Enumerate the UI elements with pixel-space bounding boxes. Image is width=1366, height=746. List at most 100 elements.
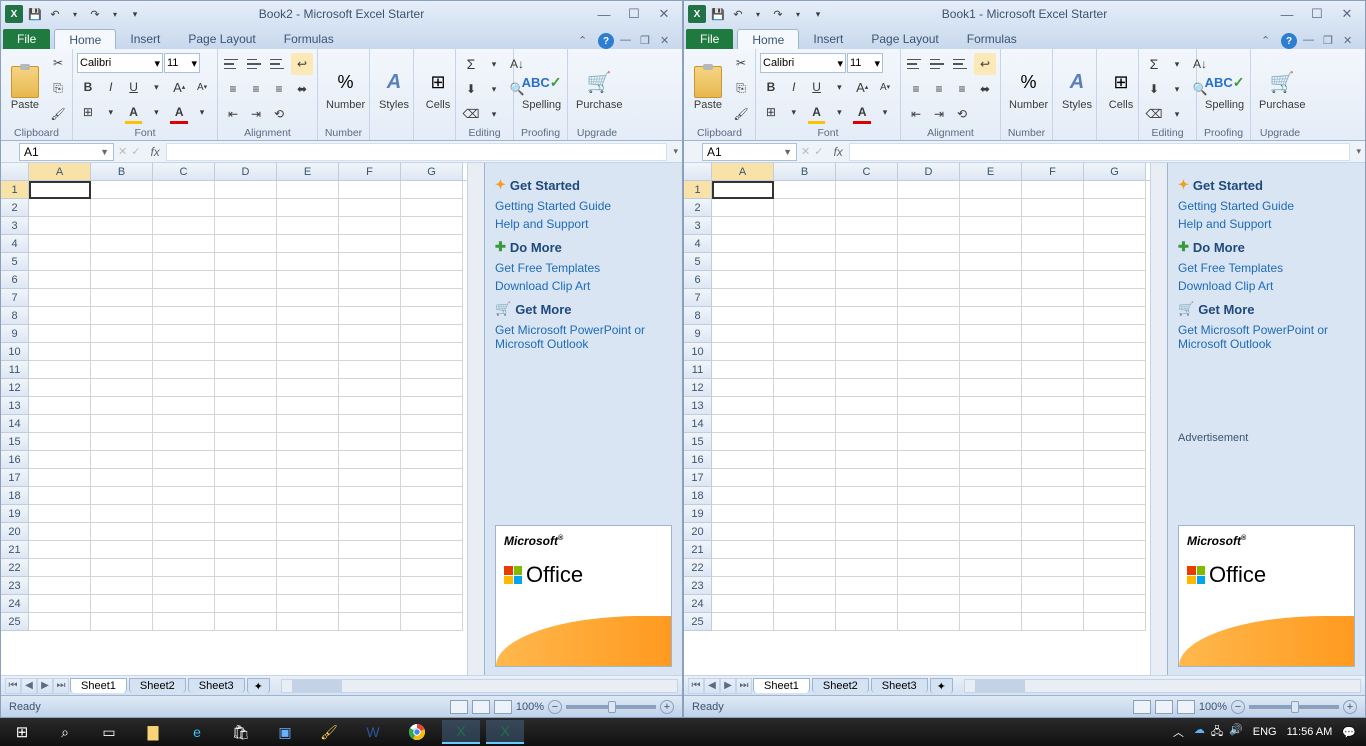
format-painter-icon[interactable]: 🖌 [47, 103, 69, 125]
cell[interactable] [339, 577, 401, 595]
orientation-button[interactable]: ⟲ [268, 103, 290, 125]
cell[interactable] [774, 181, 836, 199]
cell[interactable] [277, 487, 339, 505]
zoom-out-button[interactable]: − [548, 700, 562, 714]
increase-indent-button[interactable]: ⇥ [928, 103, 950, 125]
cell[interactable] [712, 595, 774, 613]
cell[interactable] [774, 325, 836, 343]
cell[interactable] [836, 433, 898, 451]
select-all-corner[interactable] [1, 163, 29, 180]
row-header[interactable]: 22 [684, 559, 712, 577]
cell[interactable] [1084, 397, 1146, 415]
cell[interactable] [91, 361, 153, 379]
cell[interactable] [401, 217, 463, 235]
cell[interactable] [339, 433, 401, 451]
align-center-button[interactable]: ≡ [928, 78, 950, 100]
row-header[interactable]: 6 [684, 271, 712, 289]
cell[interactable] [91, 397, 153, 415]
cell[interactable] [774, 415, 836, 433]
cell[interactable] [339, 397, 401, 415]
close-button[interactable]: ✕ [654, 6, 674, 22]
zoom-in-button[interactable]: + [1343, 700, 1357, 714]
cell[interactable] [215, 361, 277, 379]
cell[interactable] [898, 469, 960, 487]
cell[interactable] [1084, 307, 1146, 325]
fill-button[interactable]: ⬇ [460, 78, 482, 100]
side-link[interactable]: Download Clip Art [495, 279, 672, 293]
row-header[interactable]: 19 [684, 505, 712, 523]
row-header[interactable]: 4 [1, 235, 29, 253]
tab-formulas[interactable]: Formulas [270, 29, 348, 49]
cell[interactable] [1084, 613, 1146, 631]
row-header[interactable]: 10 [1, 343, 29, 361]
increase-indent-button[interactable]: ⇥ [245, 103, 267, 125]
cell[interactable] [339, 379, 401, 397]
cell[interactable] [401, 595, 463, 613]
cell[interactable] [836, 469, 898, 487]
cell[interactable] [91, 217, 153, 235]
cell[interactable] [401, 289, 463, 307]
normal-view-button[interactable] [450, 700, 468, 714]
cell[interactable] [339, 181, 401, 199]
cell[interactable] [960, 415, 1022, 433]
cell[interactable] [277, 235, 339, 253]
cell[interactable] [339, 289, 401, 307]
copy-icon[interactable]: ⎘ [47, 77, 69, 99]
maximize-button[interactable]: ☐ [1307, 6, 1327, 22]
cell[interactable] [1022, 235, 1084, 253]
cell[interactable] [1022, 433, 1084, 451]
cell[interactable] [277, 181, 339, 199]
sheet-tab[interactable]: Sheet3 [188, 678, 245, 693]
cell[interactable] [29, 289, 91, 307]
cell[interactable] [401, 559, 463, 577]
column-header[interactable]: E [960, 163, 1022, 180]
cell[interactable] [898, 505, 960, 523]
cell[interactable] [91, 433, 153, 451]
cell[interactable] [1084, 289, 1146, 307]
cell[interactable] [277, 289, 339, 307]
column-header[interactable]: F [339, 163, 401, 180]
autosum-button[interactable]: Σ [460, 53, 482, 75]
autosum-button[interactable]: Σ [1143, 53, 1165, 75]
side-link[interactable]: Help and Support [495, 217, 672, 231]
cell[interactable] [29, 415, 91, 433]
cell[interactable] [836, 397, 898, 415]
row-header[interactable]: 12 [684, 379, 712, 397]
cell[interactable] [774, 559, 836, 577]
cell[interactable] [712, 541, 774, 559]
help-icon[interactable]: ? [598, 33, 614, 49]
qat-customize-icon[interactable]: ▾ [127, 6, 143, 22]
cell[interactable] [153, 271, 215, 289]
row-header[interactable]: 16 [1, 451, 29, 469]
horizontal-scrollbar[interactable] [964, 679, 1361, 693]
cell[interactable] [836, 361, 898, 379]
cell[interactable] [898, 397, 960, 415]
cell[interactable] [774, 289, 836, 307]
row-header[interactable]: 1 [1, 181, 29, 199]
cell[interactable] [836, 325, 898, 343]
spelling-button[interactable]: ABC✓ Spelling [518, 51, 565, 126]
cell[interactable] [153, 235, 215, 253]
cell[interactable] [1084, 595, 1146, 613]
row-header[interactable]: 3 [684, 217, 712, 235]
row-header[interactable]: 10 [684, 343, 712, 361]
cell[interactable] [712, 505, 774, 523]
row-header[interactable]: 25 [684, 613, 712, 631]
cell[interactable] [712, 523, 774, 541]
row-header[interactable]: 8 [684, 307, 712, 325]
cell[interactable] [339, 451, 401, 469]
cell[interactable] [836, 343, 898, 361]
cell[interactable] [898, 361, 960, 379]
cell[interactable] [91, 541, 153, 559]
cell[interactable] [339, 469, 401, 487]
cell[interactable] [712, 613, 774, 631]
cell[interactable] [774, 199, 836, 217]
titlebar[interactable]: X 💾 ↶ ▾ ↷ ▾ ▾ Book2 - Microsoft Excel St… [1, 1, 682, 27]
cell[interactable] [215, 271, 277, 289]
cell[interactable] [898, 289, 960, 307]
cell[interactable] [1022, 271, 1084, 289]
cell[interactable] [29, 433, 91, 451]
cell[interactable] [91, 379, 153, 397]
cell[interactable] [836, 289, 898, 307]
save-icon[interactable]: 💾 [27, 6, 43, 22]
